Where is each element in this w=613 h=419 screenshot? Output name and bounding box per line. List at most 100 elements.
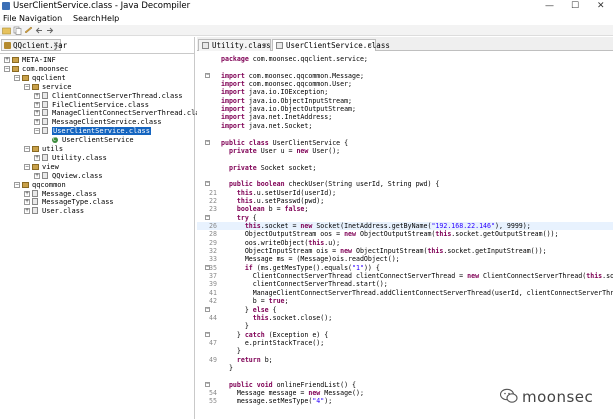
maximize-button[interactable]: ☐ <box>571 0 579 12</box>
tab-utility-class[interactable]: Utility.class ✕ <box>198 39 271 51</box>
code-line: 39 clientConnectServerThread.start(); <box>197 280 613 288</box>
tree-item-label: qqclient <box>32 73 66 82</box>
expand-icon[interactable]: + <box>34 172 40 179</box>
tab-userclientservice-class[interactable]: UserClientService.class ✕ <box>272 39 390 51</box>
collapse-icon[interactable]: − <box>34 128 40 135</box>
code-text: if (ms.getMesType().equals("1")) { <box>244 263 380 272</box>
code-text: } catch (Exception e) { <box>221 330 329 339</box>
code-text: public void onlineFriendList() { <box>228 380 357 389</box>
expand-icon[interactable]: + <box>24 199 30 206</box>
code-text: this.socket.close(); <box>252 313 333 322</box>
app-icon <box>2 2 10 10</box>
tree-item-label: view <box>42 162 59 171</box>
code-text: import java.io.ObjectInputStream; <box>221 96 353 105</box>
collapse-icon[interactable]: − <box>24 163 30 170</box>
code-line: package com.moonsec.qqclient.service; <box>197 55 613 63</box>
class-file-icon <box>42 91 48 99</box>
line-number: 39 <box>209 280 217 289</box>
tab-qqclient-jar[interactable]: QQclient.jar ✕ <box>1 39 67 51</box>
tree-item-label: FileClientService.class <box>52 100 149 109</box>
minimize-button[interactable]: — <box>545 0 554 12</box>
menu-search[interactable]: Search <box>73 13 100 24</box>
open-file-icon[interactable] <box>2 26 11 35</box>
tree-item-label: UserClientService.class <box>52 127 151 136</box>
code-text: ObjectOutputStream oos = new ObjectOutpu… <box>221 230 559 239</box>
fold-toggle-icon[interactable]: − <box>205 306 210 312</box>
expand-icon[interactable]: + <box>34 92 40 99</box>
forward-icon[interactable] <box>45 26 54 35</box>
menu-navigation[interactable]: Navigation <box>19 13 62 24</box>
code-text: message.setMesType("4"); <box>221 397 333 406</box>
code-line: import java.net.Socket; <box>197 122 613 130</box>
line-number: 42 <box>209 297 217 306</box>
toolbar <box>0 25 613 36</box>
menu-file[interactable]: File <box>3 13 16 24</box>
code-line: private User u = new User(); <box>197 147 613 155</box>
save-icon[interactable] <box>24 26 33 35</box>
expand-icon[interactable]: + <box>34 101 40 108</box>
code-text: } <box>221 347 241 356</box>
code-line: import java.net.InetAddress; <box>197 113 613 121</box>
close-tab-icon[interactable]: ✕ <box>368 40 372 51</box>
code-text: package com.moonsec.qqclient.service; <box>221 55 368 63</box>
expand-icon[interactable]: + <box>34 110 40 117</box>
code-text: import java.net.Socket; <box>221 121 313 130</box>
close-window-button[interactable]: ✕ <box>597 0 605 12</box>
line-number: 28 <box>209 230 217 239</box>
collapse-icon[interactable]: − <box>4 65 10 72</box>
code-text: Message message = new Message(); <box>221 389 364 397</box>
back-icon[interactable] <box>35 26 44 35</box>
fold-toggle-icon[interactable]: − <box>205 139 210 145</box>
collapse-icon[interactable]: − <box>14 74 20 81</box>
fold-toggle-icon[interactable]: − <box>205 331 210 337</box>
menu-help[interactable]: Help <box>101 13 119 24</box>
fold-toggle-icon[interactable]: − <box>205 181 210 187</box>
watermark: moonsec <box>499 385 608 409</box>
code-text: import java.net.InetAddress; <box>221 113 333 122</box>
line-number: 37 <box>209 272 217 281</box>
class-file-icon <box>42 127 48 135</box>
expand-icon[interactable]: + <box>24 190 30 197</box>
collapse-icon[interactable]: − <box>14 181 20 188</box>
expand-icon[interactable]: + <box>34 154 40 161</box>
class-file-icon <box>42 153 48 161</box>
code-line: 42 b = true; <box>197 297 613 305</box>
line-number: 49 <box>209 355 217 364</box>
fold-toggle-icon[interactable]: − <box>205 264 210 270</box>
package-icon <box>32 83 39 90</box>
code-line: 41 ManageClientConnectServerThread.addCl… <box>197 289 613 297</box>
fold-toggle-icon[interactable]: − <box>205 381 210 387</box>
code-text: import java.io.IOException; <box>221 88 329 97</box>
class-file-icon <box>42 109 48 117</box>
expand-icon[interactable]: + <box>24 208 30 215</box>
close-tab-icon[interactable]: ✕ <box>263 40 267 51</box>
fold-toggle-icon[interactable]: − <box>205 214 210 220</box>
tree-item-label: Message.class <box>42 189 97 198</box>
collapse-icon[interactable]: − <box>24 83 30 90</box>
source-code-view[interactable]: package com.moonsec.qqclient.service; − im… <box>197 52 613 419</box>
line-number: 21 <box>209 188 217 197</box>
tree-item-label: META-INF <box>22 56 56 64</box>
copy-icon[interactable] <box>13 26 22 35</box>
code-line: 37 ClientConnectServerThread clientConne… <box>197 272 613 280</box>
tree-item-label: ClientConnectServerThread.class <box>52 91 183 100</box>
fold-toggle-icon[interactable]: − <box>205 72 210 78</box>
class-file-icon <box>42 100 48 108</box>
code-line: private Socket socket; <box>197 164 613 172</box>
code-line: import java.io.IOException; <box>197 88 613 96</box>
close-tab-icon[interactable]: ✕ <box>53 40 59 51</box>
editor-pane: Utility.class ✕ UserClientService.class … <box>197 37 613 419</box>
code-line: − } catch (Exception e) { <box>197 331 613 339</box>
code-line: 22 this.u.setPasswd(pwd); <box>197 197 613 205</box>
code-text: clientConnectServerThread.start(); <box>221 280 388 289</box>
expand-icon[interactable]: + <box>4 57 10 63</box>
collapse-icon[interactable]: − <box>24 146 30 152</box>
code-text: oos.writeObject(this.u); <box>221 238 341 247</box>
code-line: − public boolean checkUser(String userId… <box>197 180 613 188</box>
package-icon <box>22 181 29 188</box>
tree-item-label: QQview.class <box>52 171 103 180</box>
expand-icon[interactable]: + <box>34 119 40 126</box>
